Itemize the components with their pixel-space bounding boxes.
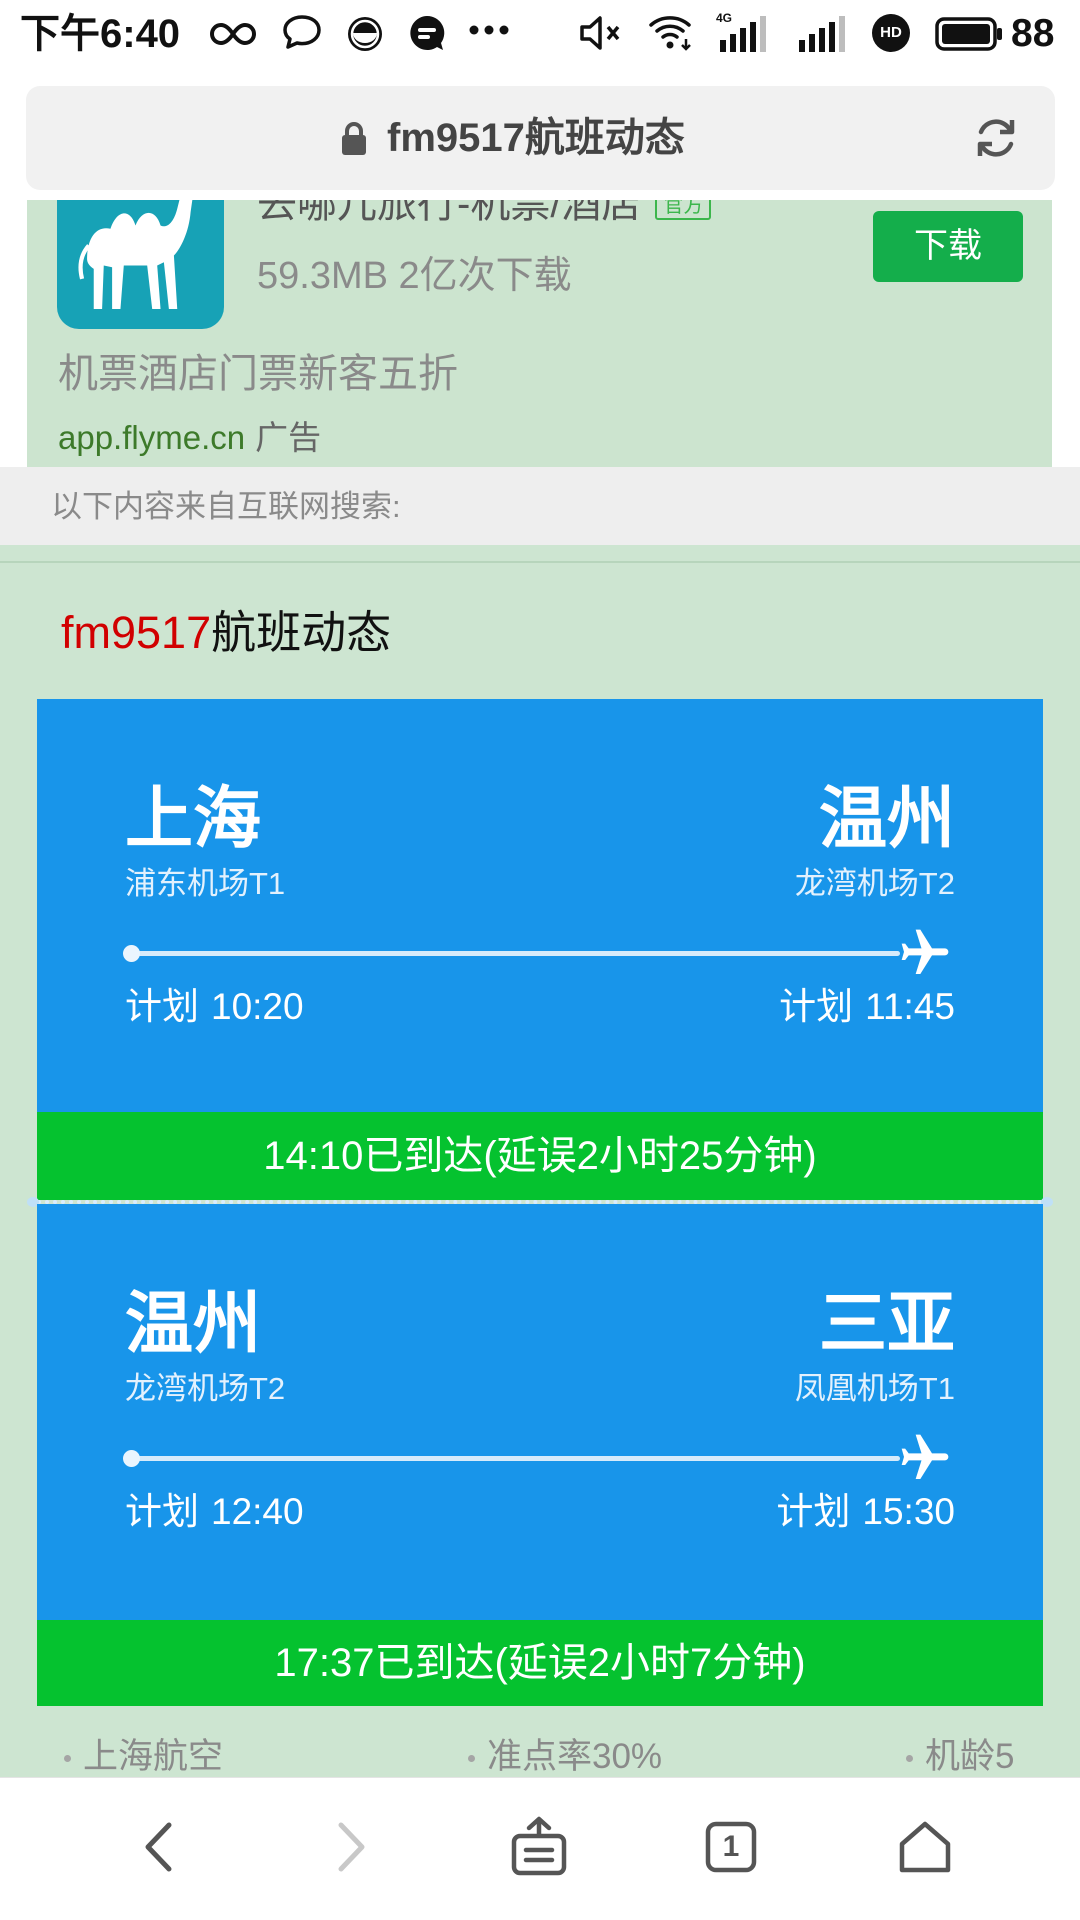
route-line	[131, 1456, 900, 1461]
arrival-city: 温州	[818, 781, 955, 857]
leg-route: 温州 三亚 龙湾机场T2 凤凰机场T1 计划 12:40 计划 15:30	[37, 1204, 1043, 1620]
flight-leg-card[interactable]: 温州 三亚 龙湾机场T2 凤凰机场T1 计划 12:40 计划 15:30 17:3…	[37, 1204, 1043, 1706]
bullet-icon	[906, 1755, 913, 1763]
origin-dot	[123, 1450, 140, 1467]
scheduled-label: 计划	[125, 986, 199, 1027]
infinity-icon	[208, 20, 258, 48]
departure-airport: 龙湾机场T2	[125, 1371, 286, 1406]
signal-4g-icon	[716, 16, 770, 52]
flight-code: fm9517	[61, 607, 212, 658]
home-icon[interactable]	[897, 1820, 953, 1874]
ad-source-link[interactable]: app.flyme.cn	[58, 419, 245, 456]
tabs-icon[interactable]: 1	[705, 1821, 757, 1873]
scheduled-time: 12:40	[211, 1491, 304, 1532]
aircraft-age-info: 机龄5	[906, 1737, 1014, 1777]
arrival-city: 三亚	[818, 1286, 955, 1362]
airline-info: 上海航空	[64, 1737, 223, 1777]
battery-level: 88	[1011, 12, 1055, 55]
download-button[interactable]: 下载	[873, 211, 1023, 282]
page-title[interactable]: fm9517航班动态	[387, 86, 685, 190]
wifi-icon	[648, 12, 696, 54]
ad-app-meta: 59.3MB 2亿次下载	[257, 255, 572, 297]
mute-icon	[578, 13, 626, 53]
message-icon	[407, 13, 447, 53]
punctuality-rate: 准点率30%	[487, 1737, 663, 1776]
scheduled-time: 10:20	[211, 986, 304, 1027]
browser-toolbar: 1	[0, 1778, 1080, 1920]
search-notice: 以下内容来自互联网搜索:	[0, 467, 1080, 545]
ad-label: 广告	[255, 419, 322, 456]
scheduled-label: 计划	[776, 1491, 851, 1532]
leg-route: 上海 温州 浦东机场T1 龙湾机场T2 计划 10:20 计划 11:45	[37, 699, 1043, 1112]
flight-title-suffix: 航班动态	[211, 607, 392, 658]
back-icon[interactable]	[143, 1821, 173, 1873]
camel-icon[interactable]	[57, 200, 224, 329]
ad-app-name[interactable]: 去哪儿旅行-机票/酒店 官方	[257, 200, 712, 228]
address-bar[interactable]: fm9517航班动态	[26, 86, 1055, 190]
departure-airport: 浦东机场T1	[125, 866, 286, 901]
battery-icon	[935, 17, 1003, 51]
forward-icon[interactable]	[337, 1821, 367, 1873]
ad-app-name-text: 去哪儿旅行-机票/酒店	[257, 200, 642, 226]
lock-icon	[340, 120, 368, 156]
flight-status-panel: fm9517航班动态 上海 温州 浦东机场T1 龙湾机场T2 计划 10:20 计…	[0, 545, 1080, 1778]
arrival-status: 14:10已到达(延误2小时25分钟)	[37, 1112, 1043, 1200]
refresh-icon[interactable]	[972, 114, 1020, 162]
signal-icon	[795, 16, 849, 52]
scheduled-label: 计划	[125, 1491, 199, 1532]
status-bar: 下午6:40 4G HD 88	[0, 0, 1080, 67]
smiley-icon	[345, 14, 385, 54]
airplane-icon	[896, 925, 954, 981]
origin-dot	[123, 945, 140, 962]
airline-name: 上海航空	[83, 1737, 224, 1776]
page-content[interactable]: 去哪儿旅行-机票/酒店 官方 59.3MB 2亿次下载 下载 机票酒店门票新客五折…	[0, 200, 1080, 1778]
bullet-icon	[64, 1755, 71, 1763]
departure-scheduled: 计划 10:20	[125, 985, 304, 1029]
chat-bubble-icon	[282, 14, 322, 52]
official-badge: 官方	[655, 200, 712, 221]
hd-icon: HD	[872, 14, 910, 52]
ad-source[interactable]: app.flyme.cn 广告	[58, 418, 321, 458]
status-time: 下午6:40	[20, 12, 181, 56]
share-icon[interactable]	[510, 1816, 568, 1876]
search-notice-text: 以下内容来自互联网搜索:	[51, 489, 401, 524]
ad-card[interactable]: 去哪儿旅行-机票/酒店 官方 59.3MB 2亿次下载 下载 机票酒店门票新客五折…	[27, 200, 1052, 467]
tab-count: 1	[722, 1830, 740, 1863]
flight-title: fm9517航班动态	[61, 607, 391, 659]
scheduled-time: 11:45	[865, 986, 955, 1027]
airplane-icon	[896, 1430, 954, 1486]
departure-city: 温州	[125, 1286, 262, 1362]
scheduled-label: 计划	[779, 986, 854, 1027]
ad-slogan: 机票酒店门票新客五折	[58, 352, 458, 396]
departure-scheduled: 计划 12:40	[125, 1490, 304, 1534]
arrival-scheduled: 计划 11:45	[779, 985, 955, 1029]
aircraft-age: 机龄5	[925, 1737, 1015, 1776]
route-line	[131, 951, 900, 956]
punctuality-info: 准点率30%	[468, 1737, 662, 1777]
divider	[0, 561, 1080, 563]
scheduled-time: 15:30	[862, 1491, 955, 1532]
flight-leg-card[interactable]: 上海 温州 浦东机场T1 龙湾机场T2 计划 10:20 计划 11:45 14:1…	[37, 699, 1043, 1200]
arrival-airport: 凤凰机场T1	[794, 1371, 955, 1406]
departure-city: 上海	[125, 781, 262, 857]
bullet-icon	[468, 1755, 475, 1763]
arrival-airport: 龙湾机场T2	[794, 866, 955, 901]
arrival-scheduled: 计划 15:30	[776, 1490, 955, 1534]
more-dots-icon	[468, 24, 510, 36]
arrival-status: 17:37已到达(延误2小时7分钟)	[37, 1620, 1043, 1706]
